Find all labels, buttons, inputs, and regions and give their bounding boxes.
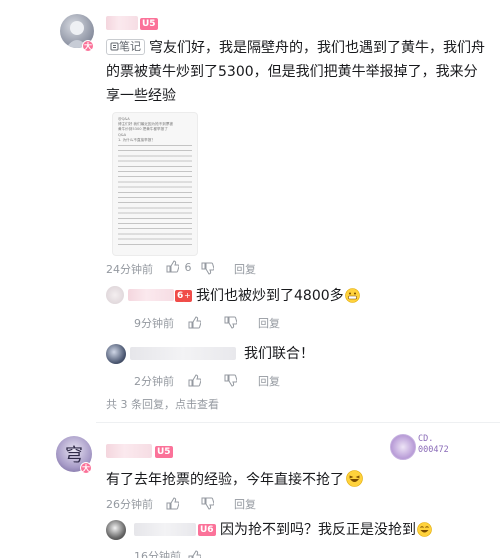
username-blurred[interactable] [106,16,138,30]
view-replies-link[interactable]: 共 3 条回复，点击查看 [106,396,219,412]
reply-username-blurred[interactable] [128,289,174,301]
reply-reply-button[interactable]: 回复 [258,315,280,331]
reply-like-button[interactable] [188,548,202,558]
level-badge: U5 [140,18,158,30]
thumb-down-icon [201,497,215,510]
comment-divider [96,422,500,423]
level-badge: U5 [155,446,173,458]
comment-body: 穹友们好，我是隔壁舟的，我们也遇到了黄牛，我们舟的票被黄牛炒到了5300，但是我… [106,40,485,104]
vip-badge-icon: 大 [80,462,92,474]
fan-badge-number: CD. 000472 [418,434,449,455]
comment-text: 有了去年抢票的经验，今年直接不抢了 [106,468,363,492]
dislike-button[interactable] [201,260,215,279]
grin-emoji [346,470,363,487]
like-button[interactable] [166,495,180,514]
reply-text: 因为抢不到吗？我反正是没抢到 [220,522,416,538]
thumb-down-icon [224,374,238,387]
thumb-up-icon [166,260,179,273]
reply-username-blurred[interactable] [134,523,196,536]
thumb-line: 1. 为什么不直接举报？ [118,137,155,142]
reply-text: 我们联合！ [244,346,314,362]
thumb-down-icon [224,316,238,329]
note-tag[interactable]: 笔记 [106,39,145,55]
reply-button[interactable]: 回复 [234,261,256,277]
thumb-up-icon [166,497,180,510]
reply-timestamp: 2分钟前 [134,375,174,388]
reply-like-button[interactable] [188,372,202,391]
thumb-up-icon [188,316,202,329]
reply-timestamp: 16分钟前 [134,550,181,558]
comment-meta: 24分钟前 [106,261,153,277]
reply-text-row: 我们也被炒到了4800多 [196,284,360,308]
svg-text:穹: 穹 [65,445,83,466]
username-blurred[interactable] [106,444,152,458]
reply-text: 我们也被炒到了4800多 [196,288,344,304]
dislike-button[interactable] [201,495,215,514]
reply-button[interactable]: 回复 [234,496,256,512]
thumb-up-icon [188,550,202,558]
fan-badge-avatar [390,434,416,460]
like-button[interactable]: 6 [166,260,192,274]
reply-text-row: 我们联合！ [244,342,314,366]
reply-avatar[interactable] [106,344,126,364]
laugh-emoji [417,522,432,537]
thumb-text-filler [118,145,192,250]
reply-reply-button[interactable]: 回复 [258,373,280,389]
reply-avatar[interactable] [106,286,124,304]
reply-like-button[interactable] [188,314,202,333]
reply-extra-badge-icon: + [183,290,192,302]
reply-dislike-button[interactable] [224,372,238,391]
fan-badge[interactable]: CD. 000472 [390,432,460,462]
note-image-thumbnail[interactable]: @Q&A 博主们好 我们最近因为抢不到票被 黄牛炒到5300 把黄牛都举报了 Q… [112,112,198,256]
note-icon [110,42,119,51]
comment-text: 笔记 穹友们好，我是隔壁舟的，我们也遇到了黄牛，我们舟的票被黄牛炒到了5300，但… [106,36,486,108]
thumb-up-icon [188,374,202,387]
reply-username-blurred[interactable] [130,347,236,360]
grimace-emoji [344,288,360,303]
reply-dislike-button[interactable] [224,314,238,333]
reply-text-row: 因为抢不到吗？我反正是没抢到 [220,518,432,542]
reply-avatar[interactable] [106,520,126,540]
level-badge: U6 [198,524,216,536]
timestamp: 26分钟前 [106,498,153,511]
timestamp: 24分钟前 [106,263,153,276]
thumb-down-icon [201,262,215,275]
like-count: 6 [184,261,192,274]
reply-timestamp: 9分钟前 [134,317,174,330]
comment-body: 有了去年抢票的经验，今年直接不抢了 [106,472,344,488]
vip-badge-icon: 大 [82,40,94,52]
